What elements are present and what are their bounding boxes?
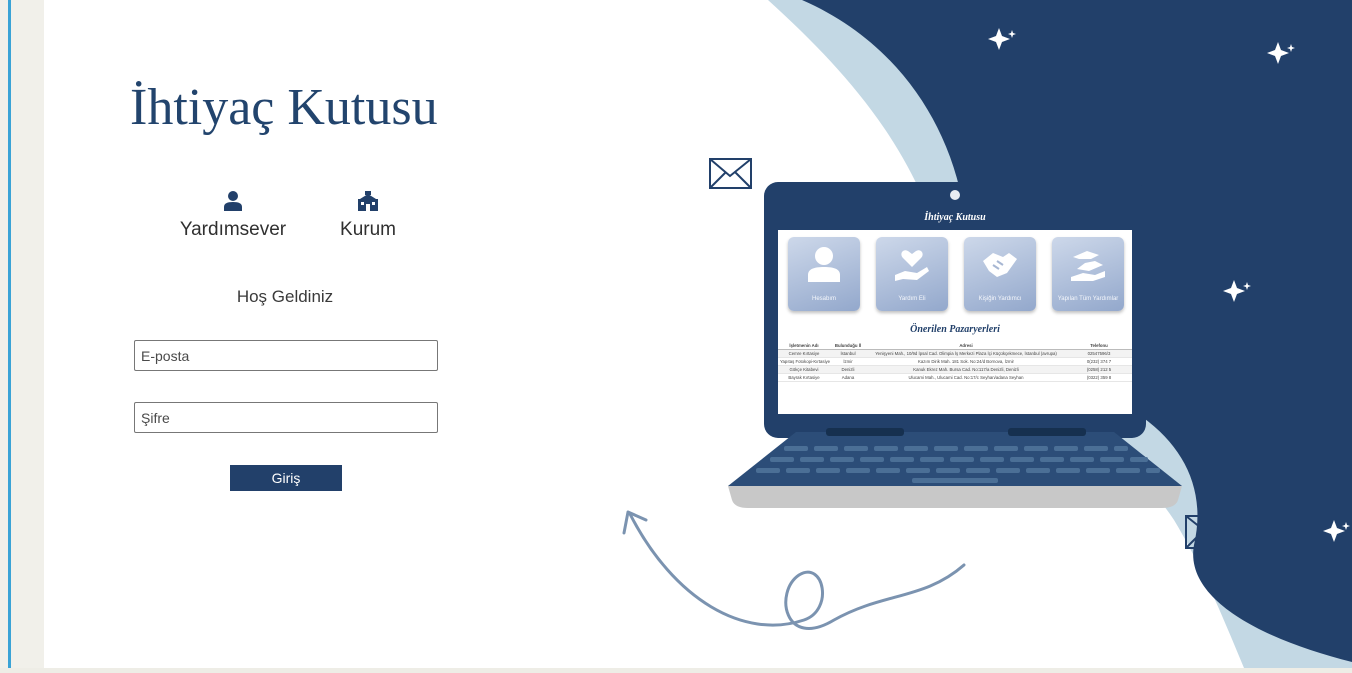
- user-icon: [224, 191, 242, 211]
- heart-hand-icon: [895, 250, 929, 281]
- password-field[interactable]: [134, 402, 438, 433]
- frame-border-line: [8, 0, 11, 673]
- column-header: Telefonu: [1066, 342, 1132, 350]
- app-frame-bottom: [0, 668, 1352, 673]
- table-cell: (0258) 212 5: [1066, 365, 1132, 374]
- card-helping-hand: Yardım Eli: [876, 237, 948, 311]
- feature-cards: Hesabım Yardım Eli Kişiğin Yardımcı Yapı…: [778, 230, 1132, 311]
- table-cell: Bayrak Kırtasiye: [778, 373, 830, 382]
- table-cell: İzmir: [830, 357, 866, 366]
- role-tab-kurum[interactable]: Kurum: [330, 190, 406, 241]
- table-header-row: İşletmenin Adı Bulunduğu İl Adresi Telef…: [778, 342, 1132, 350]
- marketplaces-title: Önerilen Pazaryerleri: [910, 324, 1000, 335]
- card-all-donations: Yapılan Tüm Yardımlar: [1052, 237, 1124, 311]
- marketplaces-table: İşletmenin Adı Bulunduğu İl Adresi Telef…: [778, 342, 1132, 382]
- table-cell: (0322) 359 8: [1066, 373, 1132, 382]
- table-cell: İstanbul: [830, 349, 866, 358]
- table-row: Gökçe Kitabevi Denizli Kanuk Ekrez Mah. …: [778, 365, 1132, 374]
- login-button[interactable]: Giriş: [230, 465, 342, 491]
- table-row: Cemre Kırtasiye İstanbul Yenişyeni Mah.,…: [778, 349, 1132, 358]
- table-cell: Yapıtaş Fotokopi-Kırtasiye: [778, 357, 830, 366]
- institution-icon: [358, 191, 378, 211]
- laptop-illustration: İhtiyaç Kutusu Hesabım Yardım Eli Kişiği…: [726, 178, 1184, 513]
- laptop-screen: İhtiyaç Kutusu Hesabım Yardım Eli Kişiği…: [778, 206, 1132, 414]
- card-label: Yapılan Tüm Yardımlar: [1057, 296, 1119, 302]
- role-label-kurum: Kurum: [340, 219, 396, 240]
- email-field[interactable]: [134, 340, 438, 371]
- card-label: Kişiğin Yardımcı: [978, 296, 1022, 302]
- table-cell: Kanuk Ekrez Mah. Bursa Cad. No:117/a Den…: [866, 365, 1066, 374]
- card-person-helper: Kişiğin Yardımcı: [964, 237, 1036, 311]
- column-header: Bulunduğu İl: [830, 342, 866, 350]
- table-cell: Cemre Kırtasiye: [778, 349, 830, 358]
- table-row: Yapıtaş Fotokopi-Kırtasiye İzmir Kazım D…: [778, 357, 1132, 366]
- table-cell: Gökçe Kitabevi: [778, 365, 830, 374]
- app-frame-left: [0, 0, 44, 673]
- giving-hands-icon: [1071, 251, 1105, 281]
- handshake-icon: [983, 253, 1017, 277]
- table-cell: Ulucami Mah., Ulucami Cad. No:17/c Seyha…: [866, 373, 1066, 382]
- login-page: İhtiyaç Kutusu Yardımsever Kurum Hoş Gel…: [44, 0, 1352, 668]
- table-cell: Kazım Dirik Mah. 181 Sok. No:24/d Bornov…: [866, 357, 1066, 366]
- card-label: Hesabım: [811, 296, 836, 302]
- welcome-text: Hoş Geldiniz: [236, 287, 334, 306]
- curved-arrow-icon: [622, 510, 966, 630]
- screen-title: İhtiyaç Kutusu: [778, 206, 1132, 230]
- card-label: Yardım Eli: [898, 296, 926, 302]
- role-label-yardimsever: Yardımsever: [179, 219, 287, 240]
- user-icon: [808, 247, 840, 282]
- column-header: İşletmenin Adı: [778, 342, 830, 350]
- table-cell: 02547596/3: [1066, 349, 1132, 358]
- table-cell: 0(232) 374 7: [1066, 357, 1132, 366]
- table-cell: Yenişyeni Mah., 10/9d İpsal Cad. Olimpia…: [866, 349, 1066, 358]
- card-account: Hesabım: [788, 237, 860, 311]
- app-title: İhtiyaç Kutusu: [130, 79, 438, 136]
- role-tab-yardimsever[interactable]: Yardımsever: [168, 190, 298, 241]
- table-cell: Denizli: [830, 365, 866, 374]
- table-cell: Adana: [830, 373, 866, 382]
- table-row: Bayrak Kırtasiye Adana Ulucami Mah., Ulu…: [778, 373, 1132, 382]
- column-header: Adresi: [866, 342, 1066, 350]
